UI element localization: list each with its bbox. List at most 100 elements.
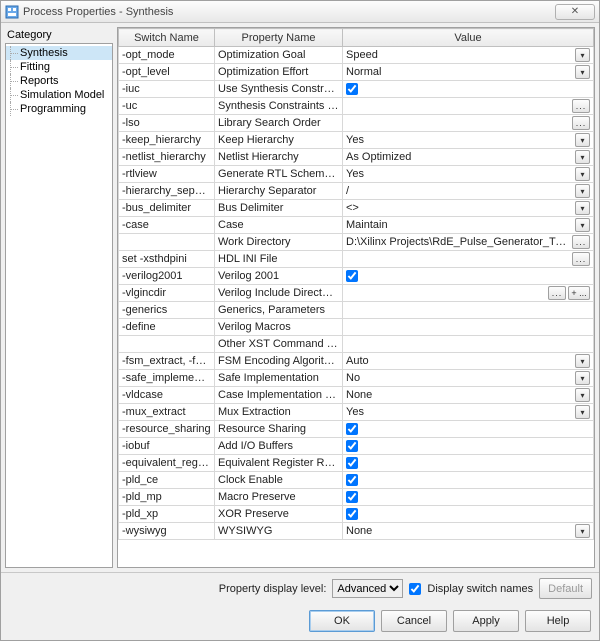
property-row: -ucSynthesis Constraints File... — [119, 98, 594, 115]
category-item[interactable]: Fitting — [6, 60, 112, 74]
value-checkbox[interactable] — [346, 270, 358, 282]
switch-cell: -pld_xp — [119, 506, 215, 523]
value-cell[interactable] — [343, 319, 594, 336]
property-cell: Other XST Command Line Options — [215, 336, 343, 353]
value-cell[interactable]: None▾ — [343, 523, 594, 540]
value-cell[interactable]: Yes▾ — [343, 166, 594, 183]
value-cell[interactable]: Yes▾ — [343, 404, 594, 421]
dropdown-icon[interactable]: ▾ — [575, 371, 590, 385]
value-cell[interactable] — [343, 336, 594, 353]
display-switch-label[interactable]: Display switch names — [427, 583, 533, 595]
value-cell[interactable] — [343, 472, 594, 489]
value-cell[interactable]: Auto▾ — [343, 353, 594, 370]
help-button[interactable]: Help — [525, 610, 591, 632]
property-row: -pld_mpMacro Preserve — [119, 489, 594, 506]
col-prop-header[interactable]: Property Name — [215, 29, 343, 47]
value-cell[interactable] — [343, 455, 594, 472]
value-checkbox[interactable] — [346, 508, 358, 520]
value-cell[interactable]: ... — [343, 115, 594, 132]
switch-cell: -uc — [119, 98, 215, 115]
browse-button[interactable]: ... — [572, 235, 590, 249]
category-item[interactable]: Simulation Model — [6, 88, 112, 102]
category-item[interactable]: Reports — [6, 74, 112, 88]
col-switch-header[interactable]: Switch Name — [119, 29, 215, 47]
property-row: -safe_implementationSafe ImplementationN… — [119, 370, 594, 387]
value-cell[interactable] — [343, 268, 594, 285]
property-row: -verilog2001Verilog 2001 — [119, 268, 594, 285]
value-cell[interactable]: Maintain▾ — [343, 217, 594, 234]
value-cell[interactable]: Speed▾ — [343, 47, 594, 64]
value-cell[interactable]: None▾ — [343, 387, 594, 404]
dropdown-icon[interactable]: ▾ — [575, 48, 590, 62]
dropdown-icon[interactable]: ▾ — [575, 201, 590, 215]
value-cell[interactable]: ... — [343, 251, 594, 268]
browse-button[interactable]: ... — [572, 99, 590, 113]
property-cell: Resource Sharing — [215, 421, 343, 438]
property-row: -iucUse Synthesis Constraints File — [119, 81, 594, 98]
ok-button[interactable]: OK — [309, 610, 375, 632]
dropdown-icon[interactable]: ▾ — [575, 133, 590, 147]
dropdown-icon[interactable]: ▾ — [575, 65, 590, 79]
value-cell[interactable] — [343, 81, 594, 98]
browse-button[interactable]: ... — [572, 116, 590, 130]
value-cell[interactable] — [343, 489, 594, 506]
value-cell[interactable]: ... — [343, 98, 594, 115]
property-cell: Clock Enable — [215, 472, 343, 489]
cancel-button[interactable]: Cancel — [381, 610, 447, 632]
value-cell[interactable]: /▾ — [343, 183, 594, 200]
value-checkbox[interactable] — [346, 457, 358, 469]
value-cell[interactable]: As Optimized▾ — [343, 149, 594, 166]
property-row: -defineVerilog Macros — [119, 319, 594, 336]
value-cell[interactable]: Yes▾ — [343, 132, 594, 149]
switch-cell: set -xsthdpini — [119, 251, 215, 268]
category-item[interactable]: Synthesis — [6, 46, 112, 60]
dropdown-icon[interactable]: ▾ — [575, 218, 590, 232]
value-cell[interactable]: No▾ — [343, 370, 594, 387]
property-row: -lsoLibrary Search Order... — [119, 115, 594, 132]
switch-cell: -generics — [119, 302, 215, 319]
browse-button[interactable]: ... — [548, 286, 566, 300]
value-text: As Optimized — [346, 151, 573, 163]
switch-cell: -safe_implementation — [119, 370, 215, 387]
dropdown-icon[interactable]: ▾ — [575, 388, 590, 402]
main-area: Category SynthesisFittingReportsSimulati… — [1, 23, 599, 572]
property-row: -keep_hierarchyKeep HierarchyYes▾ — [119, 132, 594, 149]
value-cell[interactable]: Normal▾ — [343, 64, 594, 81]
value-cell[interactable]: D:\Xilinx Projects\RdE_Pulse_Generator_T… — [343, 234, 594, 251]
value-cell[interactable] — [343, 302, 594, 319]
property-row: Other XST Command Line Options — [119, 336, 594, 353]
display-level-select[interactable]: Advanced — [332, 579, 403, 598]
dropdown-icon[interactable]: ▾ — [575, 167, 590, 181]
switch-cell: -case — [119, 217, 215, 234]
value-cell[interactable] — [343, 438, 594, 455]
dropdown-icon[interactable]: ▾ — [575, 184, 590, 198]
value-cell[interactable]: <>▾ — [343, 200, 594, 217]
dropdown-icon[interactable]: ▾ — [575, 524, 590, 538]
close-button[interactable]: ✕ — [555, 4, 595, 20]
default-button[interactable]: Default — [539, 578, 592, 599]
dropdown-icon[interactable]: ▾ — [575, 405, 590, 419]
value-cell[interactable] — [343, 421, 594, 438]
display-switch-checkbox[interactable] — [409, 583, 421, 595]
value-cell[interactable] — [343, 506, 594, 523]
value-cell[interactable]: ...+ ... — [343, 285, 594, 302]
category-item[interactable]: Programming — [6, 102, 112, 116]
property-row: -hierarchy_separatorHierarchy Separator/… — [119, 183, 594, 200]
property-row: -mux_extractMux ExtractionYes▾ — [119, 404, 594, 421]
property-cell: Verilog 2001 — [215, 268, 343, 285]
col-value-header[interactable]: Value — [343, 29, 594, 47]
switch-cell: -iobuf — [119, 438, 215, 455]
browse-button[interactable]: ... — [572, 252, 590, 266]
property-row: -bus_delimiterBus Delimiter<>▾ — [119, 200, 594, 217]
value-checkbox[interactable] — [346, 423, 358, 435]
value-checkbox[interactable] — [346, 474, 358, 486]
dropdown-icon[interactable]: ▾ — [575, 354, 590, 368]
add-button[interactable]: + ... — [568, 286, 590, 300]
value-checkbox[interactable] — [346, 83, 358, 95]
category-tree[interactable]: SynthesisFittingReportsSimulation ModelP… — [5, 43, 113, 568]
value-checkbox[interactable] — [346, 491, 358, 503]
value-text: No — [346, 372, 573, 384]
value-checkbox[interactable] — [346, 440, 358, 452]
dropdown-icon[interactable]: ▾ — [575, 150, 590, 164]
apply-button[interactable]: Apply — [453, 610, 519, 632]
